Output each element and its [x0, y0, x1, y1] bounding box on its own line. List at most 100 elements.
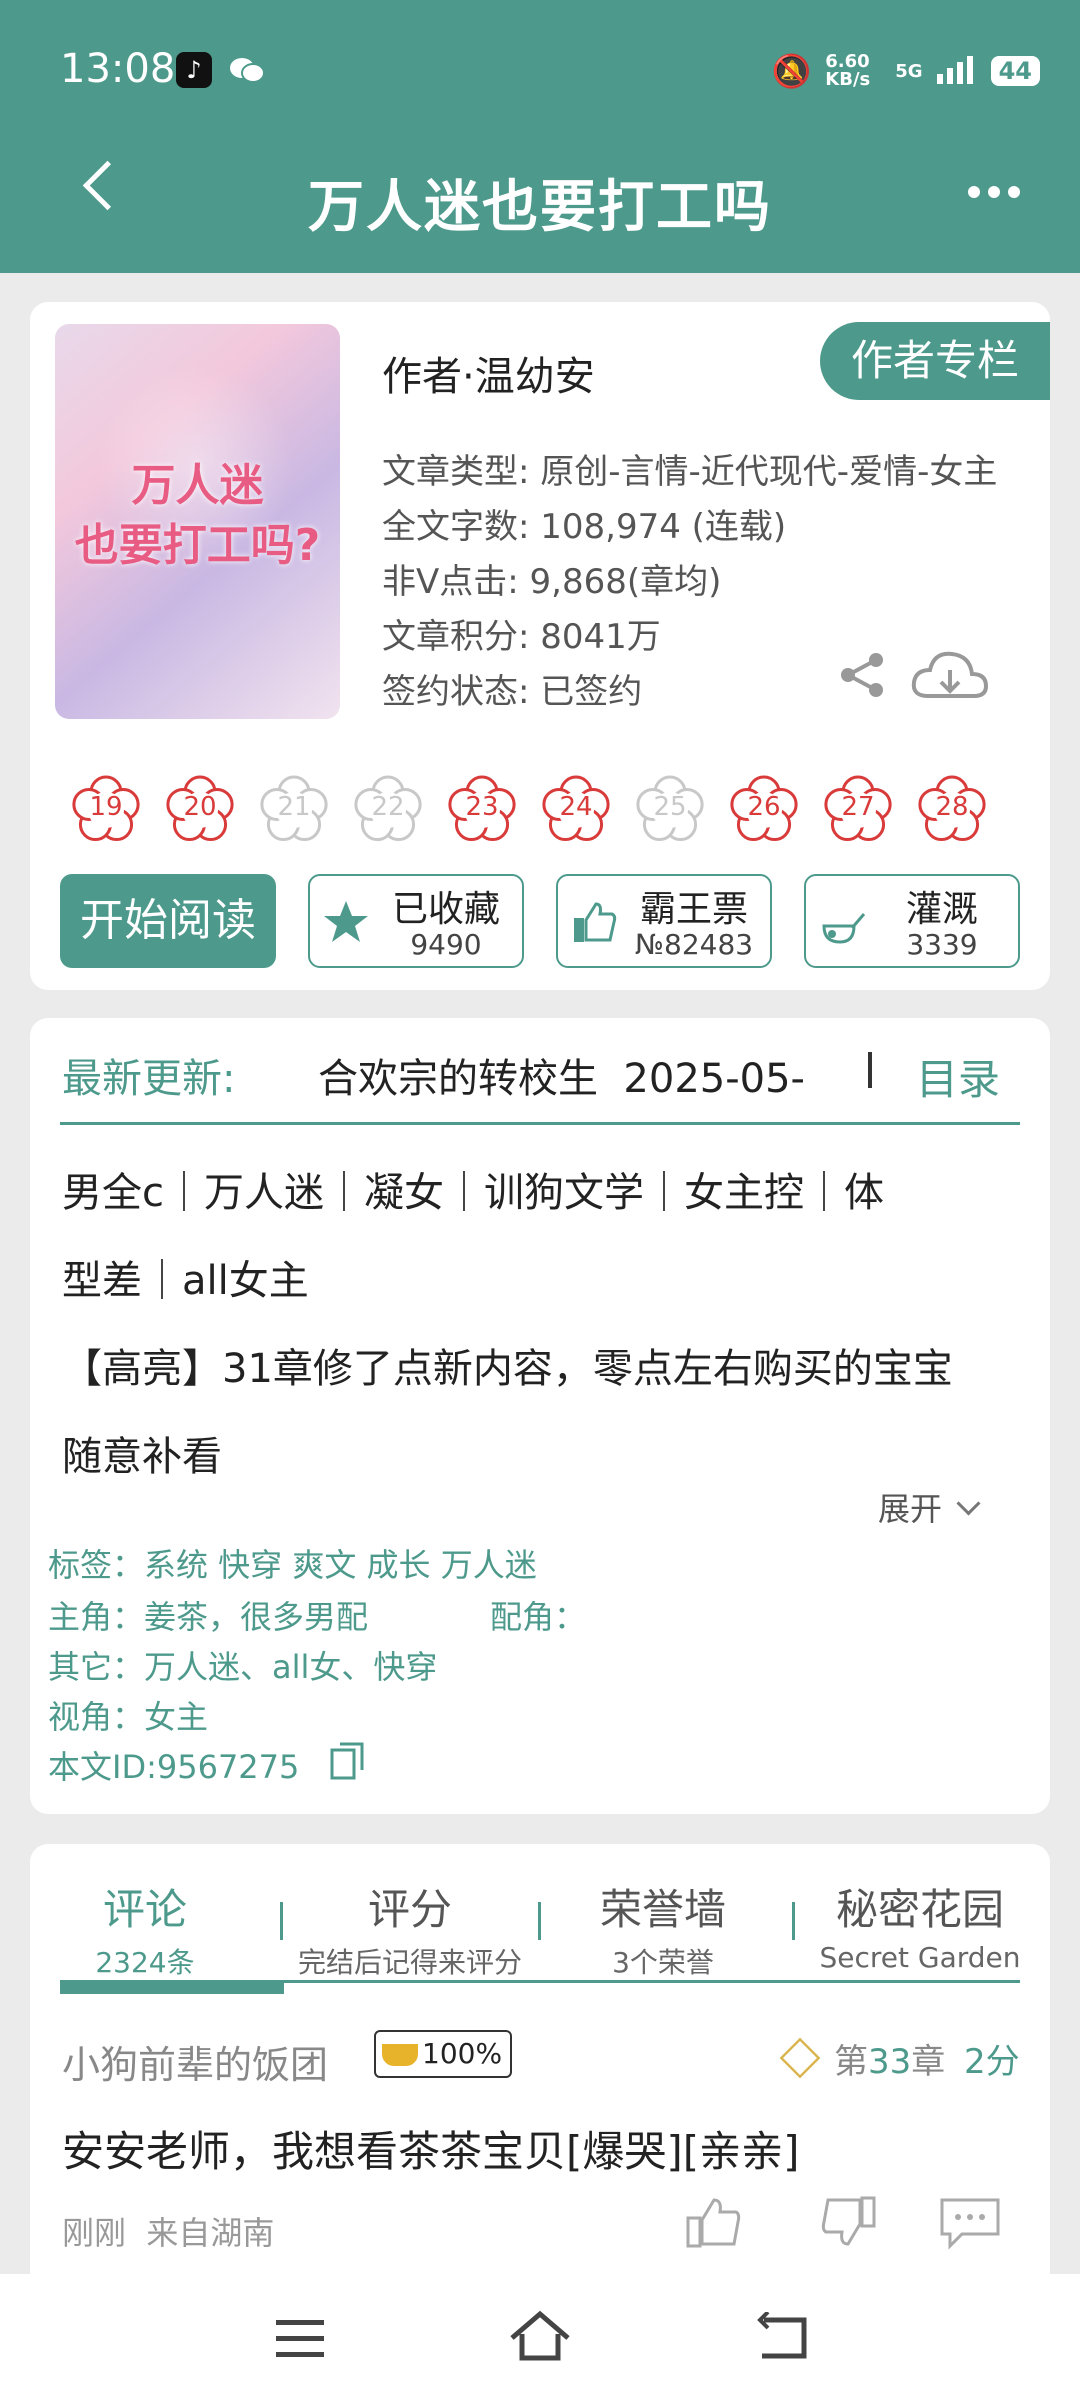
irrigate-button[interactable]: 灌溉 3339 [804, 874, 1020, 968]
chapter-number: 33 [868, 2042, 912, 2082]
expand-label: 展开 [878, 1490, 943, 1528]
catalog-link[interactable]: 目录 [916, 1046, 1000, 1107]
flower-number: 27 [841, 792, 875, 822]
comments-card: 评论 2324条 评分 完结后记得来评分 荣誉墙 3个荣誉 秘密花园 Secre… [30, 1844, 1050, 2274]
gold-ingot-icon [382, 2044, 418, 2066]
tab-comments[interactable]: 评论 2324条 [70, 1876, 220, 1981]
detail-divider [60, 1122, 1020, 1125]
keywords-line1: 男全c｜万人迷｜凝女｜训狗文学｜女主控｜体 [62, 1170, 884, 1216]
info-clicks: 非V点击: 9,868(章均) [382, 562, 722, 602]
wechat-icon [228, 56, 266, 84]
collect-button[interactable]: 已收藏 9490 [308, 874, 524, 968]
ticket-count: №82483 [634, 928, 754, 961]
collect-count: 9490 [410, 928, 482, 961]
thumbs-up-icon [574, 902, 617, 942]
flower-number: 23 [465, 792, 499, 822]
tab-rating-title: 评分 [367, 1885, 452, 1934]
flower-badge[interactable]: 19 [68, 770, 144, 846]
comment-item[interactable]: 小狗前辈的饭团 100% 第33章 2分 安安老师，我想看茶茶宝贝[爆哭][亲亲… [30, 2004, 1050, 2274]
more-menu-icon[interactable] [968, 186, 1020, 198]
download-cloud-icon[interactable] [910, 646, 990, 710]
flower-number: 19 [89, 792, 123, 822]
start-reading-button[interactable]: 开始阅读 [60, 874, 276, 968]
tab-comments-title: 评论 [102, 1885, 187, 1934]
dislike-icon[interactable] [818, 2194, 878, 2254]
flower-number: 25 [653, 792, 687, 822]
comment-chapter: 第33章 [834, 2034, 945, 2083]
watering-can-icon [822, 913, 866, 944]
author-name[interactable]: 作者·温幼安 [382, 344, 595, 402]
back-nav-icon[interactable] [754, 2310, 810, 2366]
expand-toggle[interactable]: 展开 [878, 1484, 981, 1530]
flower-number: 26 [747, 792, 781, 822]
share-icon[interactable] [838, 650, 888, 704]
net-speed: 6.60 KB/s [825, 51, 871, 90]
comment-text: 安安老师，我想看茶茶宝贝[爆哭][亲亲] [62, 2127, 800, 2176]
like-icon[interactable] [684, 2194, 744, 2254]
tags-line[interactable]: 标签：系统 快穿 爽文 成长 万人迷 [48, 1540, 537, 1586]
divider-bar [868, 1052, 872, 1088]
pov-info: 视角：女主 [48, 1698, 209, 1736]
cover-title-line1: 万人迷 [131, 460, 264, 511]
tab-rating[interactable]: 评分 完结后记得来评分 [280, 1876, 540, 1981]
supporting-roles: 配角： [490, 1598, 587, 1636]
flower-number: 20 [183, 792, 217, 822]
network-type: 5G [895, 60, 923, 82]
book-info-card: 万人迷 也要打工吗? 作者·温幼安 作者专栏 文章类型: 原创-言情-近代现代-… [30, 302, 1050, 990]
irrigate-label: 灌溉 [905, 889, 978, 930]
comment-meta: 刚刚 来自湖南 [62, 2214, 275, 2252]
reply-icon[interactable] [938, 2194, 1002, 2254]
tab-separator [538, 1902, 541, 1940]
chapter-suffix: 章 [911, 2042, 946, 2082]
tab-honor-sub: 3个荣誉 [612, 1946, 714, 1979]
other-info: 其它：万人迷、all女、快穿 [48, 1648, 438, 1686]
tab-separator [792, 1902, 795, 1940]
flower-number: 22 [371, 792, 405, 822]
flower-badge[interactable]: 23 [444, 770, 520, 846]
flower-badge[interactable]: 26 [726, 770, 802, 846]
menu-icon[interactable] [274, 2316, 326, 2364]
tab-honor-title: 荣誉墙 [599, 1885, 726, 1934]
info-contract: 签约状态: 已签约 [382, 672, 643, 712]
tab-comments-sub: 2324条 [95, 1946, 195, 1979]
cover-title-line2: 也要打工吗? [74, 520, 321, 571]
keywords-line2: 型差｜all女主 [62, 1258, 309, 1304]
ticket-label: 霸王票 [639, 889, 748, 930]
flower-badge[interactable]: 24 [538, 770, 614, 846]
lead-roles: 主角：姜茶，很多男配 [48, 1598, 369, 1636]
tiktok-icon: ♪ [176, 52, 212, 88]
signal-icon [936, 54, 977, 89]
flower-badge[interactable]: 22 [350, 770, 426, 846]
flower-badge[interactable]: 21 [256, 770, 332, 846]
collect-label: 已收藏 [391, 889, 500, 930]
flower-number: 21 [277, 792, 311, 822]
home-icon[interactable] [508, 2310, 572, 2366]
irrigate-count: 3339 [906, 928, 978, 961]
author-column-button[interactable]: 作者专栏 [820, 322, 1050, 400]
notice-line2: 随意补看 [62, 1434, 222, 1480]
latest-chapter-title[interactable]: 合欢宗的转校生 2025-05- [318, 1046, 858, 1104]
comment-user-badge: 100% [374, 2030, 512, 2078]
page-title: 万人迷也要打工吗 [308, 175, 772, 240]
book-cover[interactable]: 万人迷 也要打工吗? [55, 324, 340, 719]
flower-badge[interactable]: 27 [820, 770, 896, 846]
book-id: 本文ID:9567275 [48, 1748, 300, 1786]
overlord-ticket-button[interactable]: 霸王票 №82483 [556, 874, 772, 968]
tab-secret-garden[interactable]: 秘密花园 Secret Garden [800, 1876, 1040, 1974]
tab-honor-wall[interactable]: 荣誉墙 3个荣誉 [548, 1876, 778, 1981]
book-detail-card: 最新更新: 合欢宗的转校生 2025-05- 目录 男全c｜万人迷｜凝女｜训狗文… [30, 1018, 1050, 1814]
app-header: 13:08 ♪ 🔕 6.60 KB/s 5G 44 万人迷也要打工吗 [0, 0, 1080, 273]
status-icons: 🔕 6.60 KB/s 5G 44 [771, 52, 1040, 90]
star-icon [324, 901, 368, 942]
comment-username[interactable]: 小狗前辈的饭团 [62, 2034, 328, 2089]
copy-icon[interactable] [330, 1742, 364, 1784]
info-word-count: 全文字数: 108,974 (连载) [382, 507, 787, 547]
flower-badge[interactable]: 20 [162, 770, 238, 846]
flower-number: 28 [935, 792, 969, 822]
battery-indicator: 44 [990, 56, 1040, 86]
diamond-icon [779, 2037, 821, 2079]
flower-badge[interactable]: 28 [914, 770, 990, 846]
flower-badge[interactable]: 25 [632, 770, 708, 846]
latest-update-label: 最新更新: [62, 1056, 236, 1102]
tab-garden-title: 秘密花园 [835, 1885, 1004, 1934]
